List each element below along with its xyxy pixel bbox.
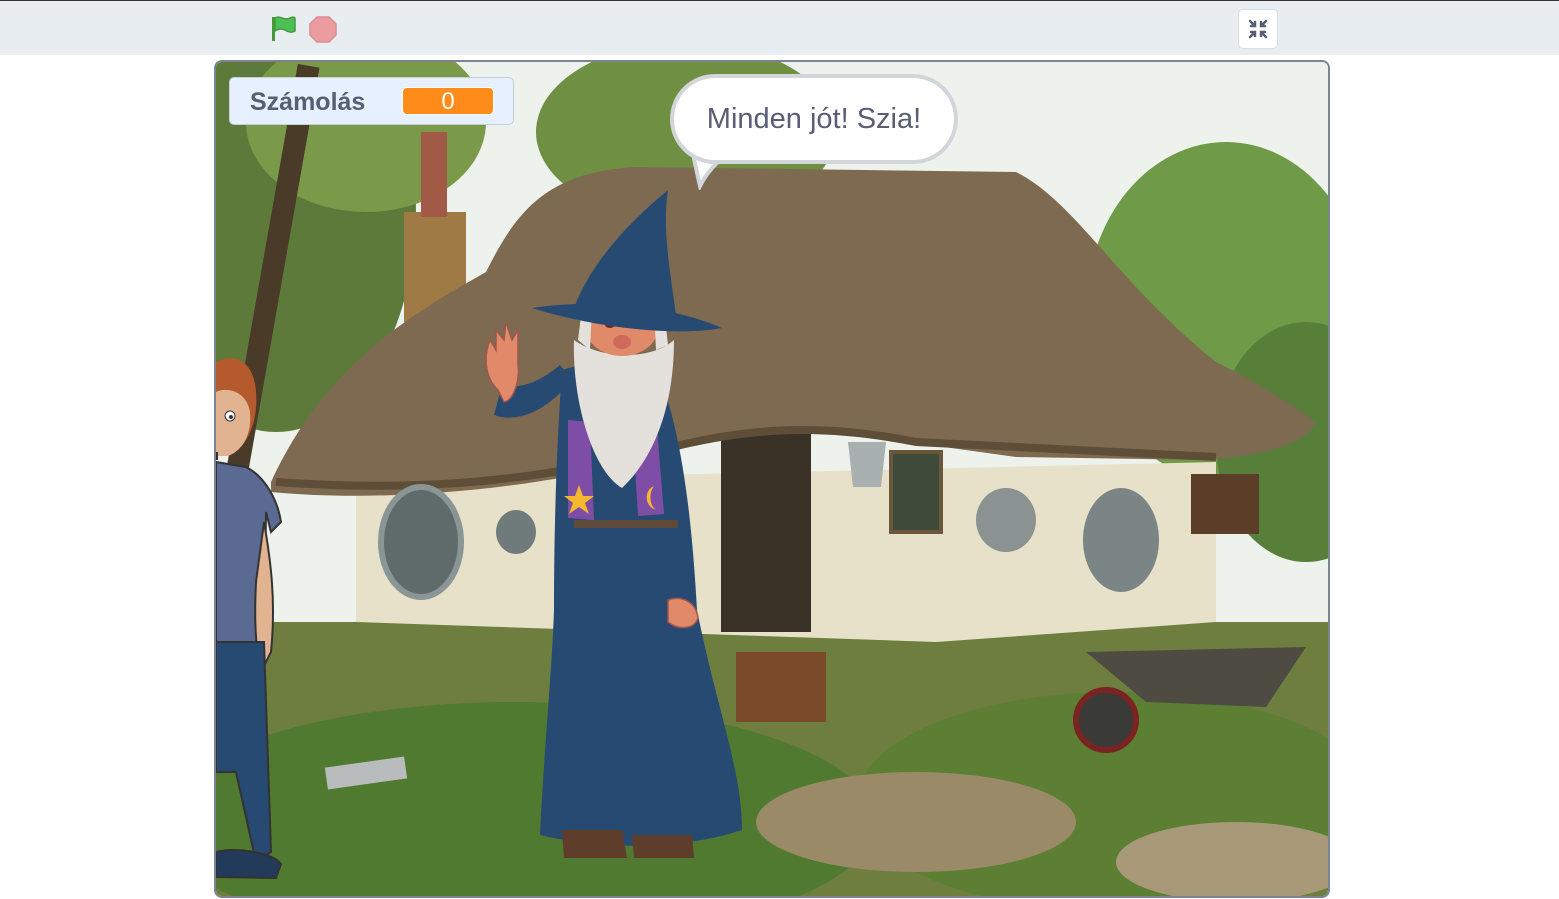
stop-icon xyxy=(309,16,337,43)
stage-header xyxy=(0,0,1559,55)
green-flag-icon xyxy=(272,16,296,41)
variable-monitor[interactable]: Számolás 0 xyxy=(229,77,514,125)
stage[interactable]: Számolás 0 Minden jót! Szia! xyxy=(214,60,1330,898)
exit-fullscreen-button[interactable] xyxy=(1238,9,1278,49)
exit-fullscreen-icon xyxy=(1248,19,1268,39)
stop-button[interactable] xyxy=(308,13,338,45)
monitor-label: Számolás xyxy=(250,88,366,116)
wizard-sprite[interactable] xyxy=(482,190,782,860)
speech-bubble: Minden jót! Szia! xyxy=(670,74,958,164)
monitor-value: 0 xyxy=(402,87,494,115)
speech-bubble-text: Minden jót! Szia! xyxy=(706,102,922,135)
green-flag-button[interactable] xyxy=(266,13,300,45)
boy-sprite[interactable] xyxy=(216,352,296,892)
